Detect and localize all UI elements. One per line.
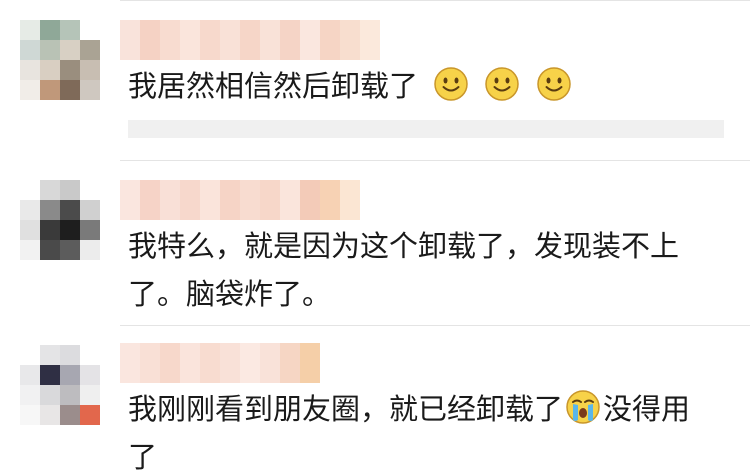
comment-text-line-2: 了。脑袋炸了。: [128, 277, 332, 311]
comment-item-1: 我居然相信然后卸载了: [0, 0, 750, 160]
comment-feed: 我居然相信然后卸载了 我特么，就是因为这个卸载了，发现装不上 了。脑袋炸了。 我…: [0, 0, 750, 473]
crying-emoji-icon: [566, 390, 600, 424]
nickname-blurred[interactable]: [120, 20, 380, 60]
comment-text-line-1: 我刚刚看到朋友圈，就已经卸载了 没得用: [128, 385, 738, 433]
smile-emoji-icon: [485, 67, 520, 101]
comment-text: 我居然相信然后卸载了: [128, 62, 728, 110]
avatar[interactable]: [20, 20, 100, 100]
smile-emoji-icon: [434, 67, 468, 101]
comment-text-line-2: 了: [128, 440, 158, 473]
comment-text-after-emoji: 没得用: [603, 392, 691, 426]
nickname-blurred[interactable]: [120, 343, 320, 383]
comment-item-2: 我特么，就是因为这个卸载了，发现装不上 了。脑袋炸了。: [0, 160, 750, 325]
nickname-blurred[interactable]: [120, 180, 360, 220]
comment-item-3: 我刚刚看到朋友圈，就已经卸载了 没得用 了: [0, 325, 750, 473]
comment-text-line-1: 我特么，就是因为这个卸载了，发现装不上: [128, 229, 680, 263]
comment-text-before-emoji: 我刚刚看到朋友圈，就已经卸载了: [128, 392, 564, 426]
comment-text: 我刚刚看到朋友圈，就已经卸载了 没得用 了: [128, 385, 738, 473]
avatar[interactable]: [20, 345, 100, 425]
comment-text-body: 我居然相信然后卸载了: [128, 69, 419, 103]
avatar[interactable]: [20, 180, 100, 260]
collapsed-reply-bar[interactable]: [128, 120, 724, 138]
comment-text: 我特么，就是因为这个卸载了，发现装不上 了。脑袋炸了。: [128, 222, 738, 318]
smile-emoji-icon: [536, 67, 571, 101]
